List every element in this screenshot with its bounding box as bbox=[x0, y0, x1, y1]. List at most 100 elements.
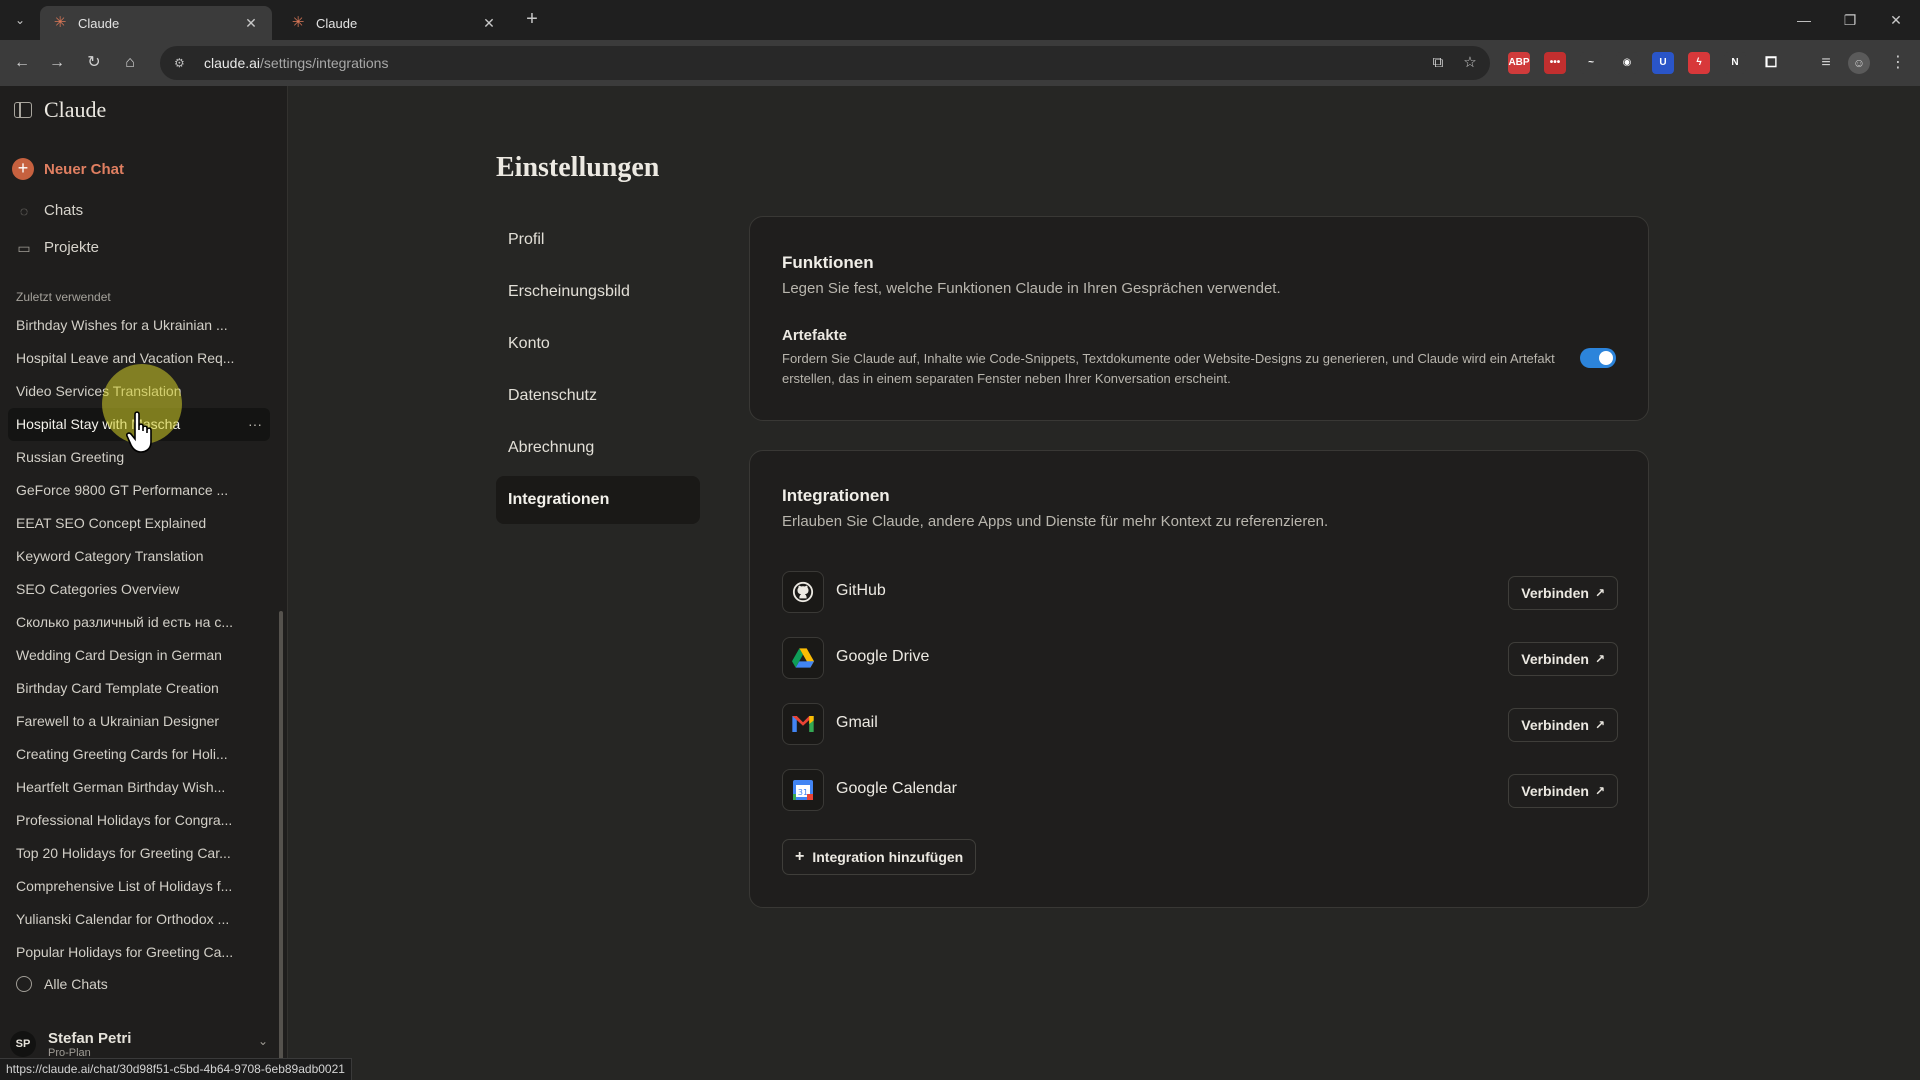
site-info-icon[interactable]: ⚙ bbox=[174, 56, 190, 70]
notion-icon[interactable]: N bbox=[1724, 52, 1746, 74]
sidebar-item-projects[interactable]: ▭ Projekte bbox=[16, 239, 99, 256]
add-integration-button[interactable]: + Integration hinzufügen bbox=[782, 839, 977, 875]
settings-tab-konto[interactable]: Konto bbox=[496, 320, 700, 368]
bitwarden-icon[interactable]: U bbox=[1652, 52, 1674, 74]
integration-name: GitHub bbox=[836, 582, 886, 599]
restore-icon[interactable]: ❐ bbox=[1828, 0, 1872, 40]
list-item[interactable]: Farewell to a Ukrainian Designer bbox=[8, 705, 270, 738]
google-drive-icon bbox=[782, 637, 824, 679]
browser-tab-inactive[interactable]: ✳ Claude ✕ bbox=[278, 6, 510, 40]
list-item[interactable]: Top 20 Holidays for Greeting Car... bbox=[8, 837, 270, 870]
settings-tab-profil[interactable]: Profil bbox=[496, 216, 700, 264]
integrations-title: Integrationen bbox=[782, 486, 890, 505]
bookmark-star-icon[interactable]: ☆ bbox=[1460, 53, 1480, 73]
recent-chat-title: Professional Holidays for Congra... bbox=[16, 812, 233, 828]
external-link-icon: ↗ bbox=[1594, 784, 1605, 798]
list-item[interactable]: SEO Categories Overview bbox=[8, 573, 270, 606]
artifacts-toggle[interactable] bbox=[1580, 348, 1616, 368]
browser-menu-icon[interactable]: ⋮ bbox=[1884, 49, 1912, 77]
new-chat-button[interactable]: + Neuer Chat bbox=[12, 158, 124, 180]
list-item[interactable]: Yulianski Calendar for Orthodox ... bbox=[8, 903, 270, 936]
settings-tab-datenschutz[interactable]: Datenschutz bbox=[496, 372, 700, 420]
integrations-card: Integrationen Erlauben Sie Claude, ander… bbox=[749, 450, 1649, 908]
list-item[interactable]: Сколько различный id есть на с... bbox=[8, 606, 270, 639]
profile-avatar-icon[interactable]: ☺ bbox=[1848, 52, 1870, 74]
ext-wave-icon[interactable]: ~ bbox=[1580, 52, 1602, 74]
reload-icon[interactable]: ↻ bbox=[80, 49, 108, 77]
tab-close-icon[interactable]: ✕ bbox=[480, 14, 498, 32]
connect-gmail-button[interactable]: Verbinden ↗ bbox=[1508, 708, 1618, 742]
chevron-down-icon: ⌄ bbox=[257, 1034, 268, 1048]
user-plan: Pro-Plan bbox=[48, 1046, 91, 1059]
list-item[interactable]: EEAT SEO Concept Explained bbox=[8, 507, 270, 540]
list-item[interactable]: Heartfelt German Birthday Wish... bbox=[8, 771, 270, 804]
recent-chat-title: EEAT SEO Concept Explained bbox=[16, 515, 207, 531]
recent-chat-title: GeForce 9800 GT Performance ... bbox=[16, 482, 229, 498]
list-item[interactable]: Comprehensive List of Holidays f... bbox=[8, 870, 270, 903]
sidebar-item-chats[interactable]: ◌ Chats bbox=[16, 202, 83, 219]
url-path: /settings/integrations bbox=[260, 55, 389, 71]
forward-icon[interactable]: → bbox=[43, 49, 71, 77]
plus-icon: + bbox=[12, 158, 34, 180]
address-bar[interactable]: ⚙ claude.ai/settings/integrations ⧉ ☆ bbox=[160, 46, 1490, 80]
integration-row-gmail: Gmail Verbinden ↗ bbox=[782, 703, 1618, 747]
sidebar-scrollbar[interactable] bbox=[279, 291, 283, 1080]
recent-chat-title: Yulianski Calendar for Orthodox ... bbox=[16, 911, 230, 927]
all-chats-link[interactable]: Alle Chats bbox=[16, 976, 108, 992]
camera-icon[interactable]: ◉ bbox=[1616, 52, 1638, 74]
scrollbar-thumb[interactable] bbox=[279, 611, 283, 1080]
recent-chat-title: Russian Greeting bbox=[16, 449, 125, 465]
connect-google-drive-button[interactable]: Verbinden ↗ bbox=[1508, 642, 1618, 676]
connect-github-button[interactable]: Verbinden ↗ bbox=[1508, 576, 1618, 610]
recent-heading: Zuletzt verwendet bbox=[16, 290, 111, 304]
list-item[interactable]: GeForce 9800 GT Performance ... bbox=[8, 474, 270, 507]
recent-chat-title: Сколько различный id есть на с... bbox=[16, 614, 233, 630]
list-item[interactable]: Keyword Category Translation bbox=[8, 540, 270, 573]
list-item[interactable]: Birthday Wishes for a Ukrainian ... bbox=[8, 309, 270, 342]
svg-text:31: 31 bbox=[798, 788, 808, 797]
tab-search-chevron-icon[interactable]: ⌄ bbox=[8, 8, 32, 32]
connect-google-calendar-button[interactable]: Verbinden ↗ bbox=[1508, 774, 1618, 808]
back-icon[interactable]: ← bbox=[8, 49, 36, 77]
tab-close-icon[interactable]: ✕ bbox=[242, 14, 260, 32]
sidebar-toggle-icon[interactable] bbox=[14, 102, 32, 118]
sidebar: Claude + Neuer Chat ◌ Chats ▭ Projekte Z… bbox=[0, 86, 288, 1080]
avatar: SP bbox=[10, 1031, 36, 1057]
settings-tab-integrationen[interactable]: Integrationen bbox=[496, 476, 700, 524]
list-item[interactable]: Wedding Card Design in German bbox=[8, 639, 270, 672]
plus-icon: + bbox=[795, 848, 805, 865]
brand-logo: Claude bbox=[44, 97, 107, 122]
install-app-icon[interactable]: ⧉ bbox=[1428, 53, 1448, 73]
ext-flash-icon[interactable]: ϟ bbox=[1688, 52, 1710, 74]
functions-card: Funktionen Legen Sie fest, welche Funkti… bbox=[749, 216, 1649, 421]
gmail-icon bbox=[782, 703, 824, 745]
list-item[interactable]: Birthday Card Template Creation bbox=[8, 672, 270, 705]
external-link-icon: ↗ bbox=[1594, 652, 1605, 666]
list-item[interactable]: Creating Greeting Cards for Holi... bbox=[8, 738, 270, 771]
user-name: Stefan Petri bbox=[48, 1029, 132, 1047]
claude-favicon-icon: ✳ bbox=[53, 14, 67, 31]
home-icon[interactable]: ⌂ bbox=[116, 49, 144, 77]
recent-chat-title: Top 20 Holidays for Greeting Car... bbox=[16, 845, 231, 861]
tab-title: Claude bbox=[316, 15, 358, 31]
recent-chat-title: Popular Holidays for Greeting Ca... bbox=[16, 944, 234, 960]
minimize-icon[interactable]: — bbox=[1782, 0, 1826, 40]
integration-name: Google Drive bbox=[836, 648, 930, 665]
integration-row-github: GitHub Verbinden ↗ bbox=[782, 571, 1618, 615]
new-tab-plus-icon[interactable]: + bbox=[520, 8, 544, 32]
more-options-icon[interactable]: ··· bbox=[248, 408, 262, 441]
settings-tab-erscheinungsbild[interactable]: Erscheinungsbild bbox=[496, 268, 700, 316]
browser-tab-bar: ⌄ ✳ Claude ✕ ✳ Claude ✕ + — ❐ ✕ bbox=[0, 0, 1920, 40]
integration-name: Gmail bbox=[836, 714, 878, 731]
window-close-icon[interactable]: ✕ bbox=[1874, 0, 1918, 40]
ext-red-icon[interactable]: ••• bbox=[1544, 52, 1566, 74]
browser-tab-active[interactable]: ✳ Claude ✕ bbox=[40, 6, 272, 40]
list-item[interactable]: Popular Holidays for Greeting Ca... bbox=[8, 936, 270, 969]
media-control-icon[interactable]: ≡ bbox=[1812, 49, 1840, 77]
list-item[interactable]: Professional Holidays for Congra... bbox=[8, 804, 270, 837]
settings-tab-abrechnung[interactable]: Abrechnung bbox=[496, 424, 700, 472]
abp-icon[interactable]: ABP bbox=[1508, 52, 1530, 74]
connect-label: Verbinden bbox=[1521, 585, 1589, 601]
extensions-puzzle-icon[interactable]: ⧠ bbox=[1760, 52, 1782, 74]
recent-chat-title: Wedding Card Design in German bbox=[16, 647, 222, 663]
